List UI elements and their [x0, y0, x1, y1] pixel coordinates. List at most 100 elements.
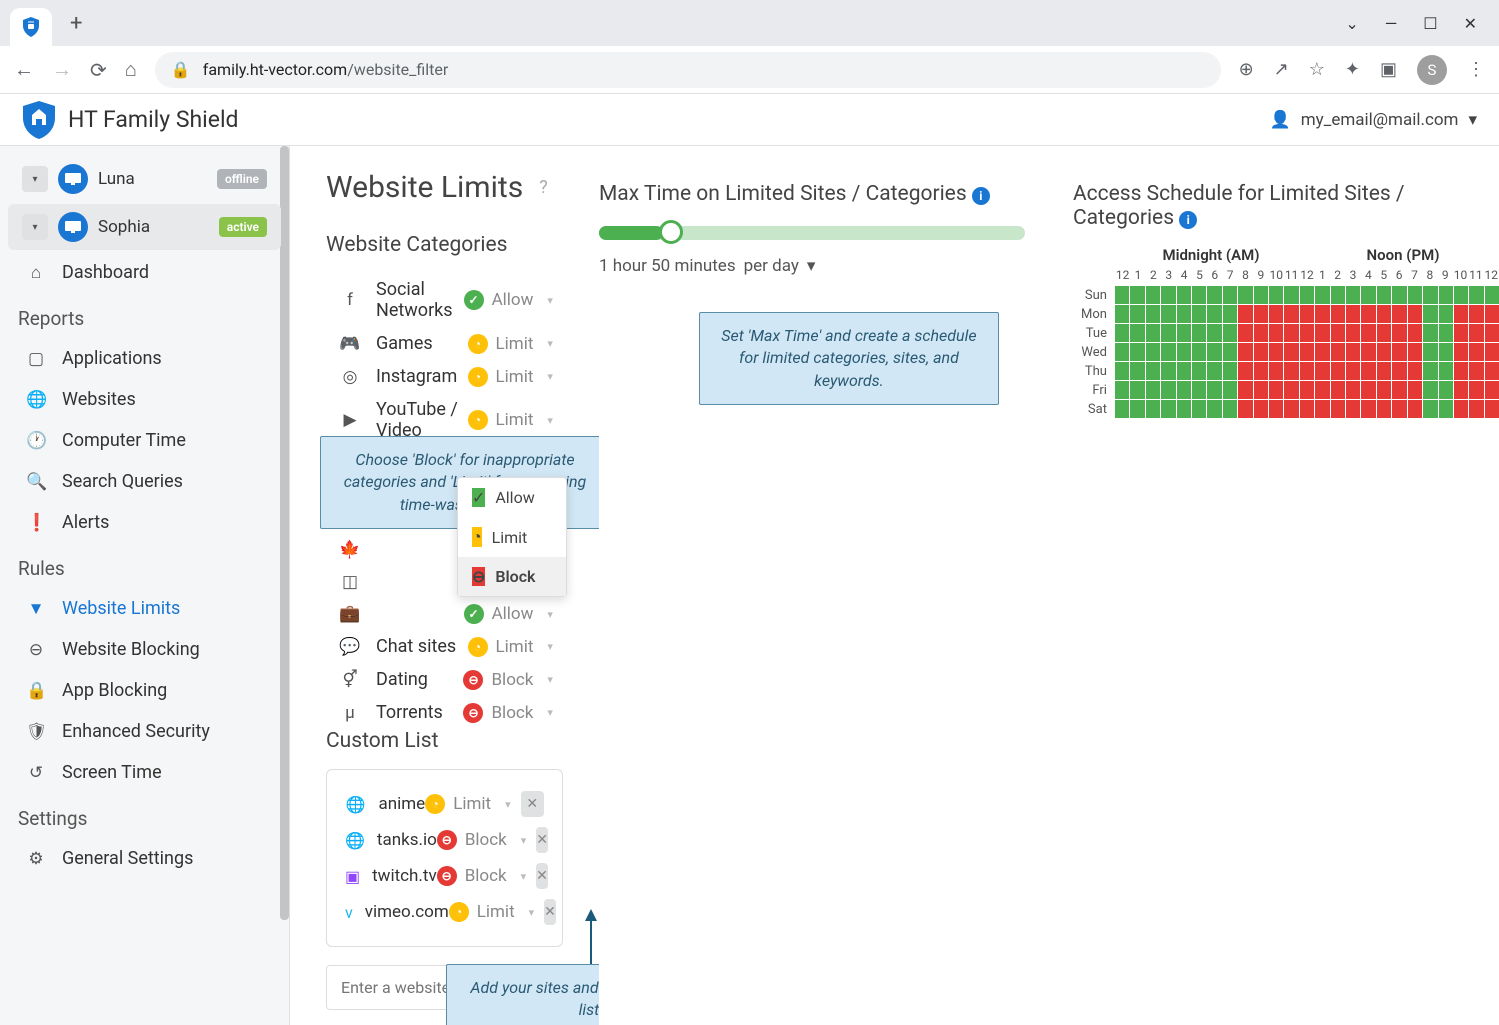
schedule-cell[interactable]	[1254, 286, 1268, 304]
maximize-button[interactable]: ☐	[1423, 14, 1437, 33]
profile-item-luna[interactable]: ▾ Luna offline	[8, 156, 281, 202]
nav-alerts[interactable]: ❗Alerts	[0, 502, 289, 543]
schedule-cell[interactable]	[1315, 400, 1329, 418]
schedule-cell[interactable]	[1192, 362, 1206, 380]
schedule-cell[interactable]	[1331, 381, 1345, 399]
schedule-cell[interactable]	[1315, 286, 1329, 304]
schedule-cell[interactable]	[1115, 381, 1129, 399]
schedule-cell[interactable]	[1392, 305, 1406, 323]
schedule-cell[interactable]	[1361, 381, 1375, 399]
schedule-cell[interactable]	[1346, 381, 1360, 399]
schedule-cell[interactable]	[1408, 381, 1422, 399]
schedule-grid[interactable]: SunMonTueWedThuFriSat	[1073, 286, 1499, 418]
schedule-cell[interactable]	[1115, 343, 1129, 361]
status-dropdown[interactable]: ◔ Limit ▾	[425, 794, 510, 814]
remove-button[interactable]: ✕	[536, 863, 548, 889]
nav-app-blocking[interactable]: 🔒App Blocking	[0, 670, 289, 711]
schedule-cell[interactable]	[1223, 343, 1237, 361]
schedule-cell[interactable]	[1238, 286, 1252, 304]
schedule-cell[interactable]	[1284, 286, 1298, 304]
zoom-icon[interactable]: ⊕	[1239, 59, 1254, 80]
bookmark-icon[interactable]: ☆	[1309, 59, 1325, 80]
nav-website-limits[interactable]: ▼Website Limits	[0, 588, 289, 629]
remove-button[interactable]: ✕	[544, 899, 556, 925]
schedule-cell[interactable]	[1485, 305, 1499, 323]
schedule-cell[interactable]	[1454, 362, 1468, 380]
schedule-cell[interactable]	[1361, 400, 1375, 418]
schedule-cell[interactable]	[1177, 286, 1191, 304]
status-dropdown[interactable]: ⊖ Block ▾	[437, 866, 526, 886]
schedule-cell[interactable]	[1377, 343, 1391, 361]
nav-general-settings[interactable]: ⚙General Settings	[0, 838, 289, 879]
sidepanel-icon[interactable]: ▣	[1380, 59, 1397, 80]
schedule-cell[interactable]	[1269, 286, 1283, 304]
schedule-cell[interactable]	[1223, 286, 1237, 304]
schedule-cell[interactable]	[1300, 305, 1314, 323]
remove-button[interactable]: ✕	[536, 827, 548, 853]
nav-screen-time[interactable]: ↺Screen Time	[0, 752, 289, 793]
schedule-cell[interactable]	[1346, 400, 1360, 418]
status-dropdown[interactable]: ⊖ Block ▾	[437, 830, 526, 850]
schedule-cell[interactable]	[1315, 381, 1329, 399]
status-dropdown[interactable]: ✓ Allow ▾	[464, 290, 553, 310]
schedule-cell[interactable]	[1284, 343, 1298, 361]
schedule-cell[interactable]	[1377, 400, 1391, 418]
close-button[interactable]: ✕	[1464, 14, 1477, 33]
schedule-cell[interactable]	[1439, 362, 1453, 380]
schedule-cell[interactable]	[1392, 381, 1406, 399]
schedule-cell[interactable]	[1315, 324, 1329, 342]
schedule-cell[interactable]	[1408, 343, 1422, 361]
schedule-cell[interactable]	[1161, 286, 1175, 304]
schedule-cell[interactable]	[1238, 381, 1252, 399]
user-menu[interactable]: 👤 my_email@mail.com ▾	[1270, 110, 1477, 130]
schedule-cell[interactable]	[1439, 381, 1453, 399]
schedule-cell[interactable]	[1315, 343, 1329, 361]
schedule-cell[interactable]	[1161, 400, 1175, 418]
schedule-cell[interactable]	[1130, 362, 1144, 380]
schedule-cell[interactable]	[1161, 305, 1175, 323]
time-slider[interactable]	[599, 226, 1025, 240]
schedule-cell[interactable]	[1207, 305, 1221, 323]
schedule-cell[interactable]	[1408, 286, 1422, 304]
schedule-cell[interactable]	[1408, 305, 1422, 323]
menu-icon[interactable]: ⋮	[1467, 59, 1485, 80]
expand-button[interactable]: ▾	[22, 166, 48, 192]
schedule-cell[interactable]	[1130, 400, 1144, 418]
schedule-cell[interactable]	[1315, 362, 1329, 380]
dropdown-limit[interactable]: ◔Limit	[458, 517, 566, 557]
schedule-cell[interactable]	[1130, 324, 1144, 342]
schedule-cell[interactable]	[1361, 305, 1375, 323]
schedule-cell[interactable]	[1284, 324, 1298, 342]
schedule-cell[interactable]	[1161, 362, 1175, 380]
schedule-cell[interactable]	[1361, 286, 1375, 304]
schedule-cell[interactable]	[1130, 286, 1144, 304]
schedule-cell[interactable]	[1269, 324, 1283, 342]
schedule-cell[interactable]	[1423, 343, 1437, 361]
schedule-cell[interactable]	[1207, 362, 1221, 380]
schedule-cell[interactable]	[1469, 400, 1483, 418]
schedule-cell[interactable]	[1177, 400, 1191, 418]
schedule-cell[interactable]	[1346, 324, 1360, 342]
schedule-cell[interactable]	[1300, 286, 1314, 304]
info-icon[interactable]: i	[972, 187, 990, 205]
schedule-cell[interactable]	[1238, 400, 1252, 418]
schedule-cell[interactable]	[1254, 362, 1268, 380]
schedule-cell[interactable]	[1223, 305, 1237, 323]
schedule-cell[interactable]	[1485, 400, 1499, 418]
schedule-cell[interactable]	[1408, 324, 1422, 342]
schedule-cell[interactable]	[1392, 286, 1406, 304]
chevron-down-icon[interactable]: ⌄	[1345, 14, 1358, 33]
schedule-cell[interactable]	[1485, 381, 1499, 399]
schedule-cell[interactable]	[1223, 362, 1237, 380]
schedule-cell[interactable]	[1377, 324, 1391, 342]
schedule-cell[interactable]	[1485, 343, 1499, 361]
schedule-cell[interactable]	[1439, 324, 1453, 342]
status-dropdown[interactable]: ◔ Limit ▾	[468, 637, 553, 657]
schedule-cell[interactable]	[1439, 286, 1453, 304]
schedule-cell[interactable]	[1346, 362, 1360, 380]
schedule-cell[interactable]	[1454, 343, 1468, 361]
dropdown-block[interactable]: ⊖Block	[458, 557, 566, 596]
nav-applications[interactable]: ▢Applications	[0, 338, 289, 379]
schedule-cell[interactable]	[1130, 305, 1144, 323]
schedule-cell[interactable]	[1192, 286, 1206, 304]
